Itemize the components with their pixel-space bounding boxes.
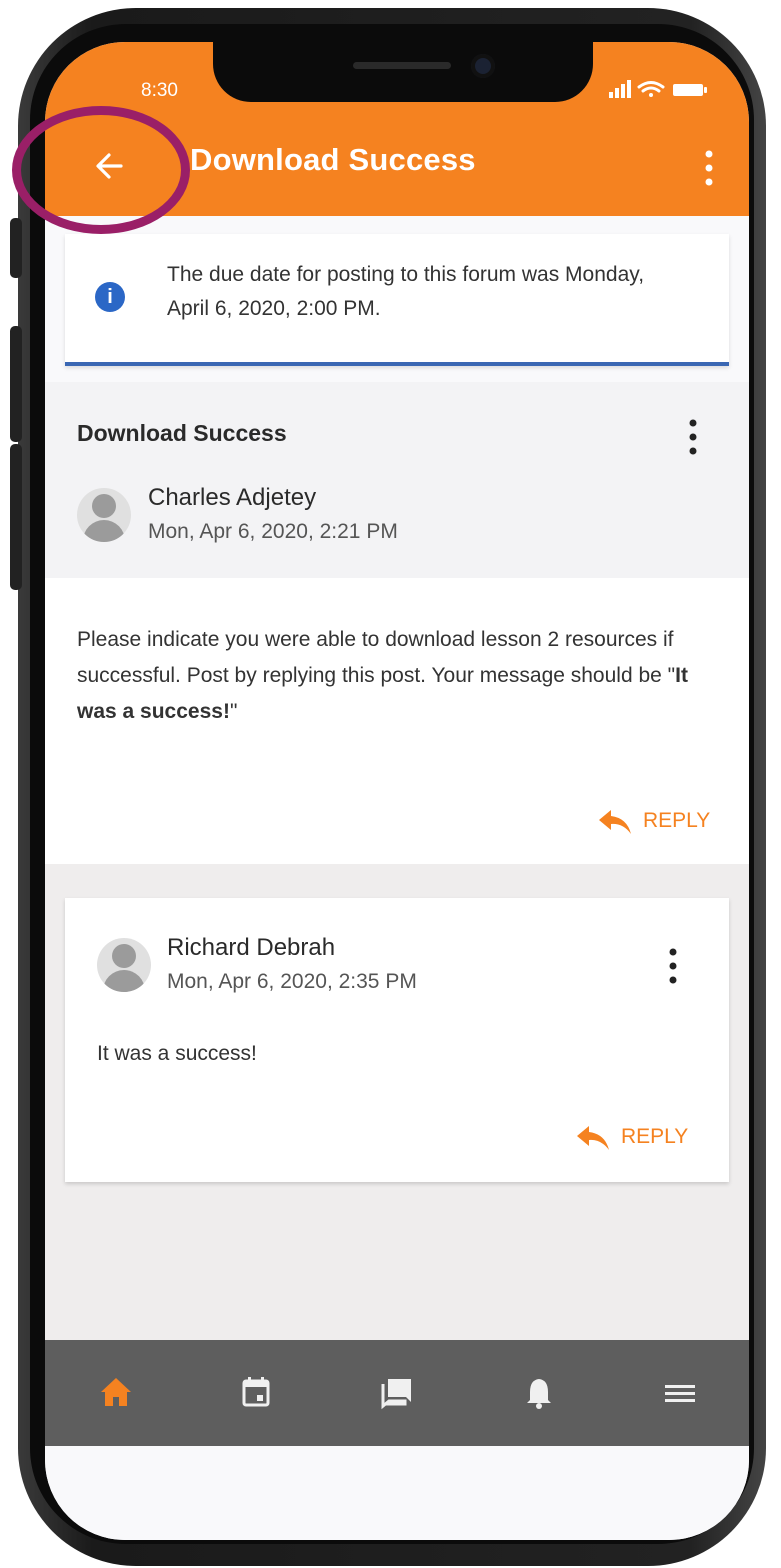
avatar [97,938,151,992]
notifications-bell-icon[interactable] [514,1368,564,1418]
reply-card: Richard Debrah Mon, Apr 6, 2020, 2:35 PM… [65,898,729,1182]
battery-icon [673,84,707,96]
reply-date: Mon, Apr 6, 2020, 2:35 PM [167,970,417,993]
calendar-icon[interactable] [231,1368,281,1418]
reply-arrow-icon [599,810,631,834]
front-camera [471,54,495,78]
reply-more-options-icon[interactable] [661,944,685,988]
replies-section: Richard Debrah Mon, Apr 6, 2020, 2:35 PM… [45,864,749,1340]
post-message: Please indicate you were able to downloa… [77,628,688,723]
notice-text: The due date for posting to this forum w… [167,263,645,320]
more-options-icon[interactable] [697,146,721,190]
bottom-navigation [45,1340,749,1446]
wifi-icon [637,81,665,97]
avatar [77,488,131,542]
messages-icon[interactable] [371,1368,421,1418]
due-date-notice: i The due date for posting to this forum… [65,234,729,366]
post-title: Download Success [77,420,287,446]
notch [213,42,593,102]
reply-arrow-icon [577,1126,609,1150]
page-title: Download Success [190,142,476,177]
side-button-volume-down [10,444,22,590]
home-indicator-area [45,1446,749,1540]
info-icon: i [95,282,125,312]
post-date: Mon, Apr 6, 2020, 2:21 PM [148,520,398,543]
side-button-mute [10,218,22,278]
post-author-name: Charles Adjetey [148,484,317,511]
speaker [353,62,451,69]
post-more-options-icon[interactable] [681,415,705,459]
reply-button[interactable]: REPLY [597,806,727,840]
status-bar: 8:30 [45,42,749,118]
post-body: Please indicate you were able to downloa… [45,578,749,864]
status-time: 8:30 [141,80,178,101]
home-icon[interactable] [91,1368,141,1418]
system-status-icons [609,80,707,98]
reply-author-name: Richard Debrah [167,934,336,961]
reply-label: REPLY [643,809,711,832]
menu-icon[interactable] [655,1368,705,1418]
post-header: Download Success Charles Adjetey Mon, Ap… [45,382,749,578]
reply-button[interactable]: REPLY [575,1122,705,1156]
annotation-highlight-circle [12,106,190,234]
reply-label: REPLY [621,1125,689,1148]
phone-screen: 8:30 Download Success i The due date for… [45,42,749,1540]
side-button-volume-up [10,326,22,442]
reply-message: It was a success! [97,1042,257,1065]
signal-icon [609,80,631,98]
